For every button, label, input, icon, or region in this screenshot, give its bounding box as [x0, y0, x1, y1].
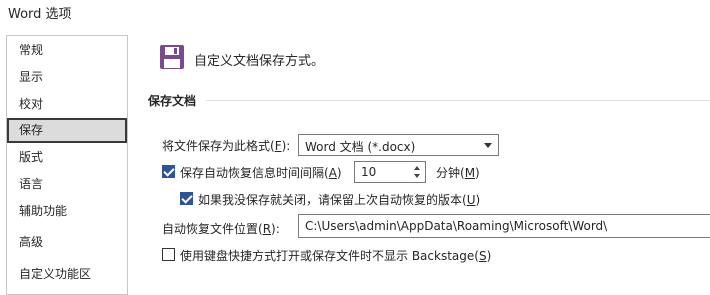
autorecover-location-value: C:\Users\admin\AppData\Roaming\Microsoft… [305, 219, 608, 233]
spin-up-icon[interactable] [414, 166, 420, 170]
save-format-label: 将文件保存为此格式(F): [162, 139, 291, 153]
sidebar-item-language[interactable]: 语言 [7, 172, 127, 197]
autorecover-location-label: 自动恢复文件位置(R): [162, 222, 280, 236]
save-disk-icon [160, 45, 184, 69]
chevron-down-icon [484, 143, 492, 148]
sidebar-item-save[interactable]: 保存 [7, 118, 127, 143]
spin-down-icon[interactable] [414, 174, 420, 178]
section-title-save-documents: 保存文档 [148, 94, 197, 108]
keep-last-version-checkbox[interactable] [180, 192, 193, 205]
sidebar-item-advanced[interactable]: 高级 [7, 230, 127, 255]
no-backstage-label: 使用键盘快捷方式打开或保存文件时不显示 Backstage(S) [180, 249, 492, 263]
autorecover-interval-value: 10 [361, 165, 377, 179]
section-header-text: 自定义文档保存方式。 [194, 54, 325, 69]
save-format-value: Word 文档 (*.docx) [305, 140, 416, 154]
keep-last-version-label: 如果我没保存就关闭，请保留上次自动恢复的版本(U) [198, 193, 481, 207]
window-title: Word 选项 [8, 7, 72, 22]
autorecover-checkbox[interactable] [162, 165, 175, 178]
options-sidebar: 常规 显示 校对 保存 版式 语言 辅助功能 高级 自定义功能区 [6, 35, 128, 295]
save-options-panel: 自定义文档保存方式。 保存文档 将文件保存为此格式(F): Word 文档 (*… [128, 0, 710, 276]
autorecover-location-field[interactable]: C:\Users\admin\AppData\Roaming\Microsoft… [298, 214, 710, 238]
sidebar-item-customize-ribbon[interactable]: 自定义功能区 [7, 262, 127, 287]
sidebar-item-display[interactable]: 显示 [7, 65, 127, 90]
autorecover-unit-label: 分钟(M) [436, 166, 480, 180]
autorecover-label: 保存自动恢复信息时间间隔(A) [180, 166, 342, 180]
sidebar-item-proofing[interactable]: 校对 [7, 92, 127, 117]
save-format-dropdown[interactable]: Word 文档 (*.docx) [298, 134, 499, 156]
section-divider [206, 100, 710, 101]
sidebar-item-general[interactable]: 常规 [7, 38, 127, 63]
sidebar-item-layout[interactable]: 版式 [7, 145, 127, 170]
sidebar-item-accessibility[interactable]: 辅助功能 [7, 199, 127, 224]
no-backstage-checkbox[interactable] [162, 248, 175, 261]
autorecover-interval-stepper[interactable]: 10 [354, 161, 426, 183]
